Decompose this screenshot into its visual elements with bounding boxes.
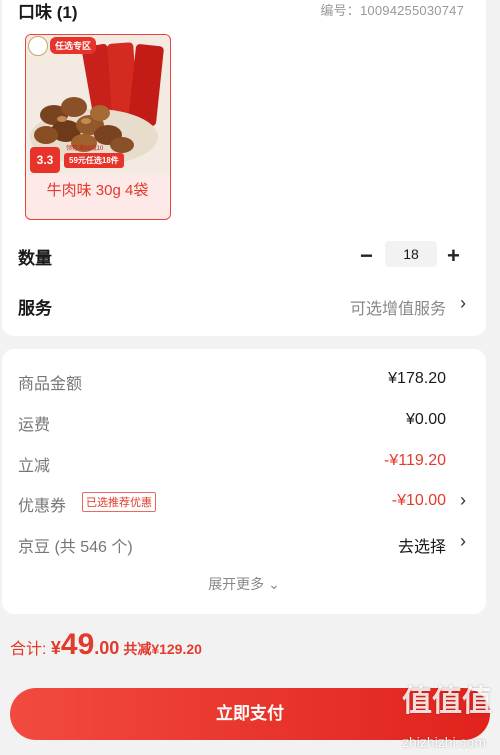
- thumb-tag: 任选专区: [50, 37, 97, 54]
- price-summary-card: 商品金额 ¥178.20 运费 ¥0.00 立减 -¥119.20 优惠券 已选…: [2, 349, 486, 614]
- watermark-logo: 值值值: [402, 685, 492, 718]
- jingdou-value[interactable]: 去选择: [398, 533, 446, 557]
- coupon-chevron-icon[interactable]: ›: [460, 490, 466, 511]
- expand-more-button[interactable]: 展开更多 ⌄: [2, 574, 486, 594]
- quantity-decrease-button[interactable]: −: [360, 245, 373, 267]
- flavor-option-beef[interactable]: 任选专区 3.3 领券满99减10 59元任选18件 牛肉味 30g 4袋: [25, 34, 171, 220]
- total-amount-integer: 49: [60, 628, 95, 661]
- total-amount-decimal: .00: [94, 638, 120, 658]
- thumb-promo-small: 领券满99减10: [66, 146, 104, 152]
- coupon-tag: 已选推荐优惠: [82, 492, 156, 512]
- subtotal-value: ¥178.20: [388, 370, 446, 387]
- product-thumbnail: 任选专区 3.3 领券满99减10 59元任选18件: [26, 35, 169, 175]
- jingdou-chevron-icon[interactable]: ›: [460, 531, 466, 552]
- service-chevron-icon[interactable]: ›: [460, 293, 466, 314]
- subtotal-label: 商品金额: [18, 376, 83, 393]
- thumb-badge: 3.3: [30, 147, 60, 173]
- jingdou-label: 京豆 (共 546 个): [18, 539, 133, 556]
- thumb-logo: [28, 36, 48, 56]
- flavor-title: 口味 (1): [18, 3, 78, 22]
- coupon-value[interactable]: -¥10.00: [392, 492, 446, 510]
- coupon-label: 优惠券: [18, 498, 67, 515]
- total-saving: 共减¥129.20: [123, 641, 202, 657]
- service-label: 服务: [18, 299, 52, 318]
- order-total: 合计: ¥49.00 共减¥129.20: [10, 628, 202, 662]
- product-options-card: 口味 (1) 编号：10094255030747 任选专区 3.3 领券满99减…: [2, 0, 486, 336]
- thumb-promo: 59元任选18件: [64, 153, 124, 168]
- shipping-value: ¥0.00: [405, 411, 446, 428]
- thumb-badge-number: 3.3: [36, 153, 54, 167]
- discount-label: 立减: [18, 458, 51, 475]
- flavor-option-label: 牛肉味 30g 4袋: [46, 182, 149, 199]
- quantity-increase-button[interactable]: +: [447, 245, 460, 267]
- quantity-input[interactable]: 18: [385, 241, 437, 267]
- service-value[interactable]: 可选增值服务: [350, 295, 446, 319]
- quantity-label: 数量: [18, 249, 52, 268]
- shipping-label: 运费: [18, 417, 51, 434]
- product-code: 编号：10094255030747: [320, 3, 464, 18]
- watermark-url: zhizhizhi.com: [401, 734, 486, 750]
- total-currency: ¥: [50, 638, 61, 658]
- total-label: 合计:: [10, 641, 51, 658]
- discount-value: -¥119.20: [384, 452, 446, 469]
